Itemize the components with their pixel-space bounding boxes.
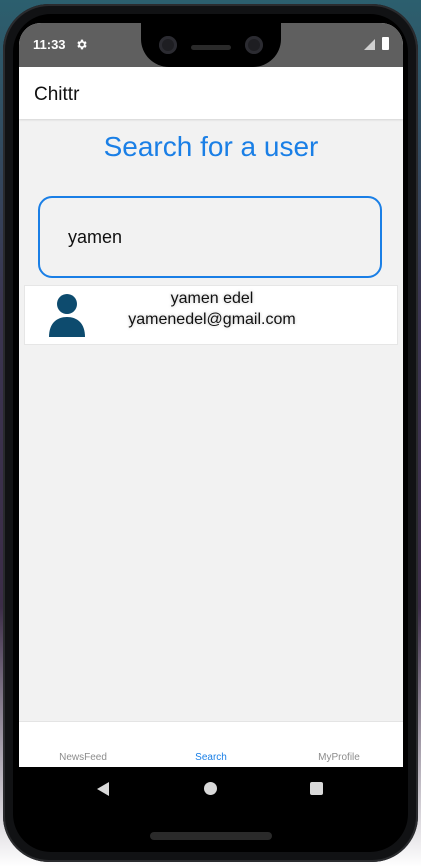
bottom-tab-bar: NewsFeed Search MyProfile — [19, 721, 403, 768]
front-camera-icon — [159, 36, 177, 54]
user-email: yamenedel@gmail.com — [128, 311, 296, 328]
page-title: Search for a user — [103, 131, 319, 162]
recents-icon[interactable] — [310, 782, 323, 795]
camera-notch — [141, 23, 281, 67]
earpiece-speaker — [191, 45, 231, 50]
status-time: 11:33 — [33, 37, 66, 52]
system-navigation-bar — [19, 767, 403, 809]
gear-icon — [77, 39, 87, 50]
user-name: yamen edel — [170, 290, 254, 307]
home-icon[interactable] — [204, 782, 217, 795]
tab-myprofile[interactable]: MyProfile — [275, 752, 403, 763]
app-screen: 11:33 Chittr Search for a user yamen ede… — [19, 23, 403, 809]
search-input[interactable] — [66, 226, 360, 249]
signal-icon — [364, 39, 375, 50]
tab-search[interactable]: Search — [147, 752, 275, 763]
app-title: Chittr — [34, 84, 80, 105]
tab-newsfeed[interactable]: NewsFeed — [19, 752, 147, 763]
front-sensor-icon — [245, 36, 263, 54]
battery-icon — [382, 37, 389, 50]
search-field-container[interactable] — [38, 196, 382, 278]
app-header: Chittr — [19, 67, 403, 119]
back-icon[interactable] — [97, 782, 109, 796]
user-result-item[interactable]: yamen edel yamenedel@gmail.com — [24, 285, 398, 345]
bottom-speaker-grille — [150, 832, 272, 840]
